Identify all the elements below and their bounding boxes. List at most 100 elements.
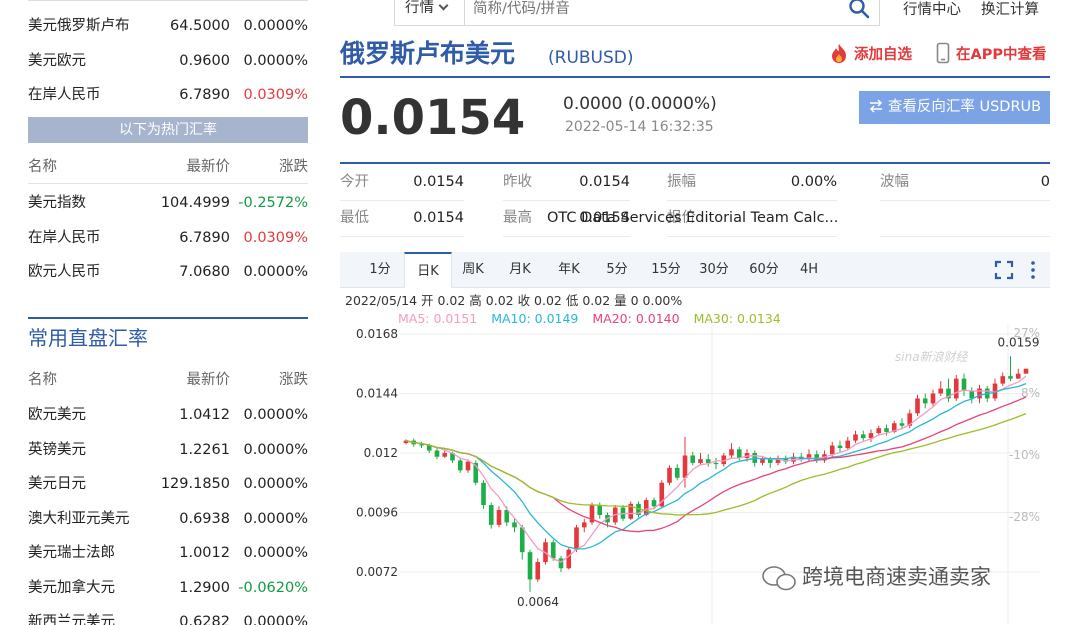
candle-body xyxy=(1015,373,1021,379)
stat-divider xyxy=(503,236,630,237)
pct-tick-label: -10% xyxy=(1009,448,1040,462)
rate-row[interactable]: 英镑美元 1.2261 0.0000% xyxy=(28,433,308,467)
rate-price: 最新价 xyxy=(186,372,231,388)
candle-body xyxy=(961,378,967,392)
tab-7[interactable]: 30分 xyxy=(694,252,734,288)
candle-body xyxy=(899,423,905,426)
rate-row[interactable]: 美元日元 129.1850 0.0000% xyxy=(28,467,308,501)
rate-row[interactable]: 在岸人民币 6.7890 0.0309% xyxy=(28,78,308,112)
candle-body xyxy=(705,459,711,463)
candle-body xyxy=(953,378,959,399)
candle-body xyxy=(434,450,440,457)
left-panel: 美元俄罗斯卢布 64.5000 0.0000% 美元欧元 0.9600 0.0000% 在岸… xyxy=(28,0,308,625)
rate-price: 7.0680 xyxy=(179,264,230,280)
more-options-icon[interactable] xyxy=(1028,260,1038,280)
hot-rates-banner: 以下为热门汇率 xyxy=(28,117,308,143)
rate-row[interactable]: 美元欧元 0.9600 0.0000% xyxy=(28,44,308,78)
stat-value: 0.0154 xyxy=(579,174,630,190)
tab-3[interactable]: 月K xyxy=(501,252,539,288)
rate-name: 新西兰元美元 xyxy=(28,614,115,625)
candle-body xyxy=(651,500,657,507)
tab-4[interactable]: 年K xyxy=(550,252,588,288)
y-tick-label: 0.0144 xyxy=(356,387,398,401)
candle-body xyxy=(512,522,517,528)
rate-row[interactable]: 欧元人民币 7.0680 0.0000% xyxy=(28,255,308,289)
y-tick-label: 0.0096 xyxy=(356,506,398,520)
y-tick-label: 0.012 xyxy=(364,446,398,460)
rate-row[interactable]: 美元加拿大元 1.2900 -0.0620% xyxy=(28,571,308,605)
candle-body xyxy=(853,434,858,441)
rate-row[interactable]: 欧元美元 1.0412 0.0000% xyxy=(28,398,308,432)
page-title: 俄罗斯卢布美元 xyxy=(340,39,516,68)
search-input[interactable] xyxy=(473,0,833,24)
tab-6[interactable]: 15分 xyxy=(646,252,686,288)
candle-body xyxy=(876,428,882,434)
app-view-button[interactable]: 在APP中查看 xyxy=(936,42,1046,68)
rate-change: 0.0309% xyxy=(243,229,308,246)
table-header: 名称 最新价 涨跌 xyxy=(28,363,308,397)
rate-name: 名称 xyxy=(28,372,57,388)
tab-0[interactable]: 1分 xyxy=(364,252,396,288)
tab-2[interactable]: 周K xyxy=(454,252,492,288)
candle-body xyxy=(860,434,866,439)
fullscreen-icon[interactable] xyxy=(994,260,1014,280)
max-annotation: 0.0159 xyxy=(998,335,1040,349)
rate-price: 0.9600 xyxy=(179,52,230,69)
rate-price: 1.0412 xyxy=(179,407,230,423)
tab-5[interactable]: 5分 xyxy=(600,252,634,288)
rate-price: 129.1850 xyxy=(160,476,230,492)
reverse-rate-button[interactable]: 查看反向汇率 USDRUB xyxy=(859,91,1050,124)
top-divider xyxy=(28,0,308,4)
phone-icon xyxy=(936,42,950,64)
rate-price: 64.5000 xyxy=(170,18,230,34)
tab-1[interactable]: 日K xyxy=(404,252,452,288)
candle-body xyxy=(457,460,463,471)
app-view-label: 在APP中查看 xyxy=(956,47,1047,63)
candle-body xyxy=(922,398,928,404)
rate-change: 0.0000% xyxy=(243,18,308,34)
rate-row[interactable]: 美元瑞士法郎 1.0012 0.0000% xyxy=(28,536,308,570)
direct-rates-title: 常用直盘汇率 xyxy=(28,326,148,350)
search-icon[interactable] xyxy=(847,0,871,20)
swap-icon xyxy=(869,99,882,113)
tab-8[interactable]: 60分 xyxy=(744,252,784,288)
candle-body xyxy=(566,549,572,569)
add-favorite-button[interactable]: 添加自选 xyxy=(828,42,912,68)
rate-name: 美元俄罗斯卢布 xyxy=(28,18,130,34)
sina-logo: sina新浪财经 xyxy=(895,350,970,364)
ma-legend-item: MA5: 0.0151 xyxy=(398,311,478,326)
rate-row[interactable]: 澳大利亚元美元 0.6938 0.0000% xyxy=(28,502,308,536)
tab-9[interactable]: 4H xyxy=(792,252,826,288)
rate-change: 0.0000% xyxy=(243,545,308,561)
candle-body xyxy=(930,393,936,404)
candle-body xyxy=(690,455,696,463)
candle-body xyxy=(1000,376,1006,384)
candlestick-chart[interactable]: 0.01680.01440.0120.00960.007227%8%-10%-2… xyxy=(340,325,1050,625)
rate-price: 0.6938 xyxy=(179,510,230,527)
rate-name: 在岸人民币 xyxy=(28,87,101,103)
candle-body xyxy=(969,391,975,399)
ma-legend-item: MA20: 0.0140 xyxy=(592,311,680,326)
candle-body xyxy=(682,455,688,478)
rate-name: 英镑美元 xyxy=(28,441,86,458)
wechat-icon xyxy=(762,566,796,591)
search-type-select[interactable]: 行情 xyxy=(395,0,465,25)
candle-body xyxy=(829,445,835,455)
candle-body xyxy=(845,440,851,449)
stat-label: 最低 xyxy=(340,210,369,226)
rate-change: 0.0000% xyxy=(243,441,308,458)
rate-change: 涨跌 xyxy=(279,159,308,175)
rate-row[interactable]: 美元指数 104.4999 -0.2572% xyxy=(28,186,308,220)
candle-body xyxy=(667,467,672,483)
y-tick-label: 0.0168 xyxy=(356,327,398,341)
rate-change: 0.0000% xyxy=(243,264,308,280)
market-center-link[interactable]: 行情中心 xyxy=(903,0,961,22)
exchange-calculator-link[interactable]: 换汇计算 xyxy=(981,0,1039,22)
candle-body xyxy=(488,505,494,525)
min-annotation: 0.0064 xyxy=(517,595,559,609)
rate-row[interactable]: 美元俄罗斯卢布 64.5000 0.0000% xyxy=(28,9,308,43)
rate-row[interactable]: 新西兰元美元 0.6282 0.0000% xyxy=(28,605,308,625)
rate-row[interactable]: 在岸人民币 6.7890 0.0309% xyxy=(28,221,308,255)
stat-value: OTC Data Services Editorial Team Calc... xyxy=(547,210,837,226)
candle-body xyxy=(674,467,680,478)
